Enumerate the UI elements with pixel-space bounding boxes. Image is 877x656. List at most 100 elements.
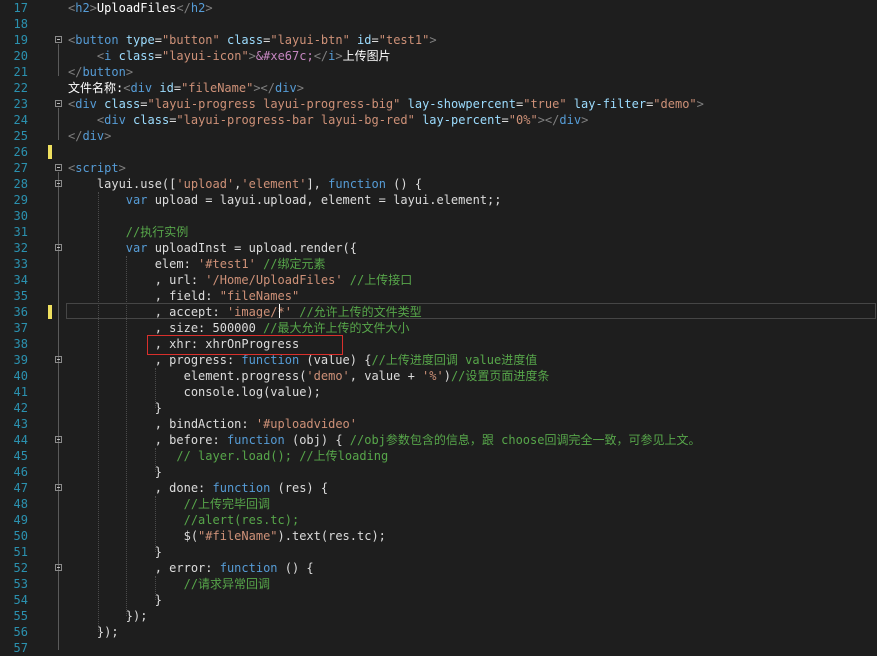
change-marker [48,145,52,159]
code-token: "fileNames" [219,289,300,303]
line-code: } [68,544,162,560]
code-line[interactable]: 53 //请求异常回调 [0,576,877,592]
code-token: "test1" [378,33,430,47]
code-token: console.log(value); [68,385,321,399]
line-number: 37 [13,321,28,335]
code-token: = [140,97,148,111]
code-token: //请求异常回调 [183,577,271,591]
code-line[interactable]: 42 } [0,400,877,416]
code-line[interactable]: 38 , xhr: xhrOnProgress [0,336,877,352]
code-line[interactable]: 22 文件名称:<div id="fileName"></div> [0,80,877,96]
code-line[interactable]: 23 <div class="layui-progress layui-progr… [0,96,877,112]
code-line[interactable]: 52 , error: function () { [0,560,877,576]
fold-toggle-icon[interactable] [55,180,62,187]
code-token: //绑定元素 [263,257,326,271]
code-line[interactable]: 27 <script> [0,160,877,176]
code-line[interactable]: 48 //上传完毕回调 [0,496,877,512]
code-line[interactable]: 29 var upload = layui.upload, element = … [0,192,877,208]
code-token: (obj) { [284,433,350,447]
code-token: div [275,81,297,95]
fold-toggle-icon[interactable] [55,36,62,43]
code-line[interactable]: 35 , field: "fileNames" [0,288,877,304]
code-line[interactable]: 43 , bindAction: '#uploadvideo' [0,416,877,432]
fold-toggle-icon[interactable] [55,436,62,443]
code-line[interactable]: 51 } [0,544,877,560]
code-line[interactable]: 31 //执行实例 [0,224,877,240]
line-number: 25 [13,129,28,143]
fold-toggle-icon[interactable] [55,484,62,491]
code-token: "#fileName" [198,529,278,543]
fold-toggle-icon[interactable] [55,356,62,363]
code-line[interactable]: 44 , before: function (obj) { //obj参数包含的… [0,432,877,448]
code-token: lay-showpercent [400,97,516,111]
indent-guide [155,576,156,600]
fold-toggle-icon[interactable] [55,164,62,171]
code-line[interactable]: 54 } [0,592,877,608]
code-line[interactable]: 33 elem: '#test1' //绑定元素 [0,256,877,272]
code-token: function [328,177,386,191]
code-line[interactable]: 19 <button type="button" class="layui-btn… [0,32,877,48]
code-line[interactable]: 32 var uploadInst = upload.render({ [0,240,877,256]
code-token: 'upload' [176,177,235,191]
code-line[interactable]: 25 </div> [0,128,877,144]
code-line[interactable]: 20 <i class="layui-icon">&#xe67c;</i>上传图… [0,48,877,64]
code-line[interactable]: 21 </button> [0,64,877,80]
code-line[interactable]: 56 }); [0,624,877,640]
code-line[interactable]: 39 , progress: function (value) {//上传进度回… [0,352,877,368]
code-token: var [125,193,148,207]
code-line[interactable]: 17 <h2>UploadFiles</h2> [0,0,877,16]
code-token: script [75,161,119,175]
code-line[interactable]: 30 [0,208,877,224]
code-token: layui.use([ [68,177,177,191]
code-line[interactable]: 46 } [0,464,877,480]
code-token: > [118,161,126,175]
code-line[interactable]: 47 , done: function (res) { [0,480,877,496]
fold-toggle-icon[interactable] [55,100,62,107]
code-token: h2 [190,1,206,15]
code-token: class [125,113,170,127]
code-token: 'demo' [306,369,350,383]
code-token: > [335,49,343,63]
code-token: var [125,241,148,255]
code-line[interactable]: 18 [0,16,877,32]
line-number: 51 [13,545,28,559]
line-number: 19 [13,33,28,47]
code-token: > [205,1,213,15]
code-token: //alert(res.tc); [183,513,300,527]
code-token: div [559,113,582,127]
line-code: } [68,400,162,416]
code-line[interactable]: 45 // layer.load(); //上传loading [0,448,877,464]
line-number: 47 [13,481,28,495]
code-line[interactable]: 41 console.log(value); [0,384,877,400]
code-token: 上传图片 [342,49,391,63]
line-number: 52 [13,561,28,575]
code-line[interactable]: 57 [0,640,877,656]
code-line[interactable]: 26 [0,144,877,160]
fold-toggle-icon[interactable] [55,244,62,251]
code-line[interactable]: 37 , size: 500000 //最大允许上传的文件大小 [0,320,877,336]
code-line[interactable]: 34 , url: '/Home/UploadFiles' //上传接口 [0,272,877,288]
code-token: = [154,49,162,63]
code-token: &#xe67c; [255,49,314,63]
code-line[interactable]: 49 //alert(res.tc); [0,512,877,528]
fold-toggle-icon[interactable] [55,564,62,571]
code-line[interactable]: 28 layui.use(['upload','element'], funct… [0,176,877,192]
code-token: UploadFiles [96,1,177,15]
code-line[interactable]: 55 }); [0,608,877,624]
code-editor[interactable]: 17 <h2>UploadFiles</h2> 18 19 <button type="… [0,0,877,655]
line-number: 53 [13,577,28,591]
code-token: } [68,401,162,415]
code-token: '#uploadvideo' [255,417,357,431]
line-number: 38 [13,337,28,351]
code-token: 文件名称: [68,81,124,95]
code-token: , error: [68,561,220,575]
line-number: 57 [13,641,28,655]
code-line[interactable]: 24 <div class="layui-progress-bar layui-… [0,112,877,128]
line-code: , before: function (obj) { //obj参数包含的信息，… [68,432,701,448]
code-token: button [82,65,126,79]
code-line[interactable]: 40 element.progress('demo', value + '%')… [0,368,877,384]
code-token: "0%" [508,113,538,127]
code-line[interactable]: 50 $("#fileName").text(res.tc); [0,528,877,544]
